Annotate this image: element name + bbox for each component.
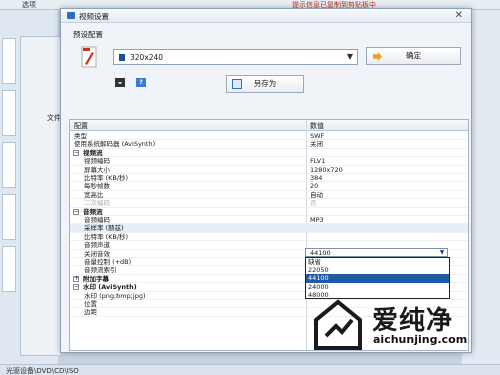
collapse-icon[interactable]: − (73, 284, 79, 291)
grid-row-key: 水印 (png;bmp;jpg) (84, 291, 146, 300)
collapse-icon[interactable]: − (73, 149, 79, 156)
grid-row-key: 宽高比 (84, 190, 104, 199)
expand-icon[interactable]: + (73, 275, 79, 282)
grid-row[interactable]: 采样率 (赫兹) (70, 224, 468, 233)
bg-tool-tile[interactable] (2, 90, 16, 136)
grid-row[interactable]: 宽高比 自动 (70, 190, 468, 200)
grid-row[interactable]: − 音频流 (70, 208, 468, 216)
swf-file-icon (81, 46, 97, 68)
save-as-button[interactable]: 另存为 (226, 75, 304, 93)
grid-row-key: 关闭音效 (84, 249, 110, 258)
grid-row-value: 自动 (310, 190, 323, 199)
chevron-down-icon[interactable]: ▼ (343, 50, 357, 64)
ok-button[interactable]: 确定 (366, 47, 461, 65)
sample-rate-options: 缺省 22050 44100 24000 48000 (305, 257, 450, 299)
dialog-title: 视频设置 (79, 12, 109, 21)
bg-tool-tile[interactable] (2, 246, 16, 292)
grid-row[interactable]: 视频编码 FLV1 (70, 157, 468, 166)
sample-rate-option[interactable]: 缺省 (306, 258, 449, 266)
grid-row-key: 位置 (84, 300, 97, 308)
bg-tool-tile[interactable] (2, 194, 16, 240)
grid-row-value: 1280x720 (310, 165, 343, 174)
background-file-panel: 文件 (20, 36, 62, 356)
grid-row-key: 采样率 (赫兹) (84, 224, 124, 233)
bg-tool-tile[interactable] (2, 38, 16, 84)
grid-row[interactable]: − 视频流 (70, 148, 468, 158)
grid-row-key: 音频流索引 (84, 266, 117, 275)
grid-row[interactable]: 使用系统解码器 (AviSynth) 关闭 (70, 140, 468, 149)
close-icon[interactable]: ✕ (455, 10, 463, 21)
grid-header: 配置 数值 (70, 120, 468, 131)
grid-row[interactable]: 比特率 (KB/秒) 384 (70, 174, 468, 183)
grid-row[interactable]: 比特率 (KB/秒) (70, 232, 468, 242)
preset-format-icon (119, 54, 125, 61)
bg-tool-tile[interactable] (2, 142, 16, 188)
sample-rate-option[interactable]: 24000 (306, 283, 449, 291)
sample-rate-select[interactable]: 44100 ▼ (305, 248, 448, 257)
bg-file-label: 文件 (47, 114, 61, 122)
preset-dropdown[interactable]: 320x240 ▼ (113, 49, 358, 65)
save-icon (232, 79, 242, 89)
ok-button-label: 确定 (406, 51, 421, 60)
grid-row-key: 水印 (AviSynth) (83, 283, 137, 292)
grid-row-key: 视频编码 (84, 157, 110, 166)
grid-row-key: 音频编码 (84, 216, 110, 224)
grid-row[interactable]: 音频编码 MP3 (70, 216, 468, 225)
grid-row[interactable]: 二次编码 否 (70, 199, 468, 208)
dialog-titlebar[interactable]: 视频设置 ✕ (61, 9, 471, 23)
bg-options-menu[interactable]: 选项 (22, 0, 36, 10)
grid-row[interactable]: 屏幕大小 1280x720 (70, 166, 468, 174)
watermark-brand: 爱纯净 (372, 306, 454, 336)
grid-row-key: 音频声道 (84, 241, 110, 250)
grid-row-key: 边距 (84, 308, 97, 317)
grid-row-key: 类型 (74, 132, 87, 140)
grid-row-value: 关闭 (310, 140, 323, 149)
sample-rate-option[interactable]: 44100 (306, 274, 449, 283)
arrow-right-icon (373, 52, 382, 61)
dialog-app-icon (67, 12, 75, 19)
collapse-icon[interactable]: − (73, 208, 79, 215)
sample-rate-current: 44100 (310, 249, 331, 257)
grid-row-value: 20 (310, 182, 319, 191)
status-text: 光驱设备\DVD\CD\ISO (6, 367, 79, 375)
preset-value: 320x240 (130, 53, 164, 62)
grid-row-key: 附加字幕 (83, 274, 109, 283)
grid-row-key: 视频流 (83, 148, 103, 157)
grid-row-key: 屏幕大小 (84, 165, 110, 174)
grid-row-value: FLV1 (310, 157, 326, 166)
grid-row-key: 比特率 (KB/秒) (84, 232, 129, 241)
grid-col-value: 数值 (310, 122, 324, 130)
grid-row-key: 音频流 (83, 207, 103, 216)
grid-col-config: 配置 (74, 122, 88, 130)
grid-row-key: 二次编码 (84, 199, 110, 208)
grid-row-value: MP3 (310, 216, 324, 224)
grid-row-key: 使用系统解码器 (AviSynth) (74, 140, 156, 149)
aichunjing-logo-icon (314, 299, 362, 350)
watermark-url: aichunjing.com (373, 333, 468, 346)
preset-label: 预设配置 (73, 30, 103, 39)
grid-row-key: 比特率 (KB/秒) (84, 174, 129, 182)
background-status-bar: 光驱设备\DVD\CD\ISO (0, 364, 500, 375)
help-icon[interactable]: ? (136, 78, 146, 87)
grid-row-key: 音量控制 (+dB) (84, 258, 132, 266)
grid-row-value: SWF (310, 132, 325, 140)
grid-row[interactable]: 每秒帧数 20 (70, 182, 468, 191)
sample-rate-option[interactable]: 22050 (306, 266, 449, 274)
grid-row-key: 每秒帧数 (84, 182, 110, 191)
grid-row-value: 否 (310, 199, 317, 208)
preset-manage-icon[interactable]: ▬ (115, 78, 125, 87)
grid-row-value: 384 (310, 174, 323, 182)
chevron-down-icon[interactable]: ▼ (438, 249, 446, 256)
save-as-label: 另存为 (253, 79, 277, 88)
